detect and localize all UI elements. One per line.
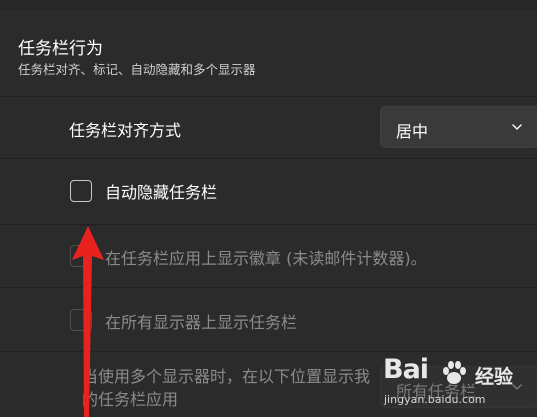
taskbar-alignment-label: 任务栏对齐方式 [69,121,182,140]
show-badges-label: 在任务栏应用上显示徽章 (未读邮件计数器)。 [105,249,427,268]
watermark-jingyan: 经验 [475,366,514,388]
auto-hide-taskbar-row[interactable]: 自动隐藏任务栏 [0,159,537,224]
chevron-down-icon [512,124,522,130]
taskbar-alignment-row: 任务栏对齐方式 居中 [0,97,537,158]
top-strip [0,0,537,10]
watermark-url: jingyan.baidu.com [384,393,486,406]
watermark-brand: Bai [383,354,429,385]
paw-icon [443,361,466,384]
section-header[interactable]: 任务栏行为 任务栏对齐、标记、自动隐藏和多个显示器 [0,10,537,96]
red-arrow-annotation [72,226,104,417]
auto-hide-taskbar-label: 自动隐藏任务栏 [105,183,218,202]
section-title: 任务栏行为 [18,39,103,59]
section-subtitle: 任务栏对齐、标记、自动隐藏和多个显示器 [18,62,256,77]
baidu-jingyan-watermark: Bai 经验 jingyan.baidu.com [383,354,537,417]
show-on-all-displays-label: 在所有显示器上显示任务栏 [105,313,298,332]
auto-hide-taskbar-checkbox[interactable] [70,180,92,202]
multi-display-apps-label: 当使用多个显示器时，在以下位置显示我的任务栏应用 [82,367,371,409]
taskbar-alignment-dropdown[interactable]: 居中 [380,106,537,148]
taskbar-alignment-value: 居中 [396,122,429,141]
